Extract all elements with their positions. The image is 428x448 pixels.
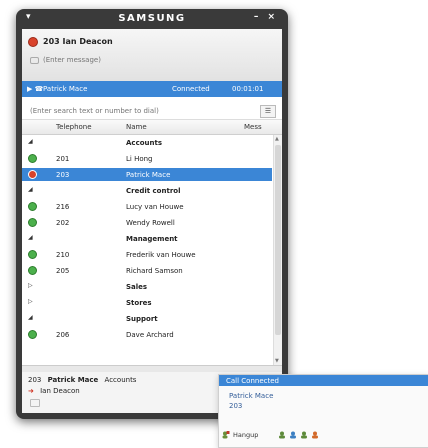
client-area: 203 Ian Deacon ▶ ☎ Patrick Mace Connecte… (22, 29, 282, 413)
view-options-icon[interactable]: ☰ (260, 105, 276, 118)
message-icon (30, 57, 39, 64)
contact-name: Lucy van Houwe (126, 203, 184, 211)
available-status-icon (28, 218, 37, 227)
contact-row[interactable]: 206 Dave Archard (22, 328, 272, 341)
collapse-icon[interactable]: ◢ (28, 186, 33, 193)
contact-row[interactable]: 202 Wendy Rowell (22, 216, 272, 229)
title-bar: ▾ SAMSUNG – × (16, 9, 288, 29)
call-panel: 203 Ian Deacon (22, 29, 282, 81)
group-name: Credit control (126, 187, 180, 195)
collapse-icon[interactable]: ◢ (28, 314, 33, 321)
search-row: ☰ (22, 103, 282, 120)
scroll-up-icon[interactable]: ▲ (275, 136, 279, 142)
taskbar: Hangup (222, 430, 428, 442)
available-status-icon (28, 202, 37, 211)
contact-row[interactable]: 201 Li Hong (22, 152, 272, 165)
transfer-arrow-icon: ➜ (28, 387, 34, 395)
active-call-bar[interactable]: ▶ ☎ Patrick Mace Connected 00:01:01 (22, 81, 282, 97)
footer-contact: 203 Patrick Mace Accounts (28, 376, 136, 384)
directory-list: ◢ Accounts 201 Li Hong 203 Patrick Mace ◢ Credi… (22, 135, 272, 365)
available-status-icon (28, 330, 37, 339)
busy-status-icon (28, 170, 37, 179)
contact-telephone: 202 (56, 219, 69, 227)
footer-name: Patrick Mace (48, 376, 99, 384)
window-controls[interactable]: – × (254, 12, 278, 22)
footer-transfer: ➜ Ian Deacon (28, 387, 80, 395)
available-status-icon (28, 266, 37, 275)
vertical-scrollbar[interactable]: ▲ ▼ (273, 135, 282, 365)
expand-icon[interactable]: ▷ (28, 298, 33, 305)
call-timer: 00:01:01 (232, 85, 263, 93)
contact-telephone: 201 (56, 155, 69, 163)
footer-number: 203 (28, 376, 41, 384)
caller-label: 203 Ian Deacon (43, 37, 113, 46)
contact-row[interactable]: 210 Frederik van Houwe (22, 248, 272, 261)
contact-telephone: 210 (56, 251, 69, 259)
group-row[interactable]: ◢ Management (22, 232, 272, 245)
call-direction-icon: ▶ ☎ (27, 85, 43, 93)
group-name: Sales (126, 283, 147, 291)
expand-icon[interactable]: ▷ (28, 282, 33, 289)
group-name: Management (126, 235, 178, 243)
group-row[interactable]: ▷ Stores (22, 296, 272, 309)
contact-telephone: 203 (56, 171, 69, 179)
group-row[interactable]: ◢ Accounts (22, 136, 272, 149)
contact-name: Frederik van Houwe (126, 251, 196, 259)
group-name: Accounts (126, 139, 162, 147)
popup-caller-name: Patrick Mace (229, 392, 273, 400)
group-row[interactable]: ◢ Support (22, 312, 272, 325)
group-row[interactable]: ▷ Sales (22, 280, 272, 293)
scroll-down-icon[interactable]: ▼ (275, 358, 279, 364)
brand-logo: SAMSUNG (16, 13, 288, 24)
footer-department: Accounts (105, 376, 137, 384)
contact-row[interactable]: 205 Richard Samson (22, 264, 272, 277)
message-input[interactable] (43, 54, 173, 66)
contact-icon[interactable] (311, 431, 319, 439)
group-name: Stores (126, 299, 152, 307)
group-row[interactable]: ◢ Credit control (22, 184, 272, 197)
contact-telephone: 206 (56, 331, 69, 339)
column-header: Telephone Name Mess (22, 120, 282, 135)
column-telephone[interactable]: Telephone (56, 123, 92, 131)
footer-transferred-from: Ian Deacon (40, 387, 80, 395)
collapse-icon[interactable]: ◢ (28, 234, 33, 241)
contact-name: Dave Archard (126, 331, 174, 339)
hangup-icon[interactable] (222, 431, 230, 439)
phone-window: ▾ SAMSUNG – × 203 Ian Deacon ▶ ☎ Patrick… (16, 9, 288, 419)
popup-caller-number: 203 (229, 402, 242, 410)
contact-icon[interactable] (278, 431, 286, 439)
contact-telephone: 205 (56, 267, 69, 275)
busy-status-icon (28, 37, 38, 47)
available-status-icon (28, 154, 37, 163)
column-message[interactable]: Mess (244, 123, 262, 131)
available-status-icon (28, 250, 37, 259)
contact-name: Richard Samson (126, 267, 183, 275)
contact-telephone: 216 (56, 203, 69, 211)
horizontal-scrollbar[interactable] (22, 365, 282, 372)
contact-name: Wendy Rowell (126, 219, 175, 227)
contact-name: Li Hong (126, 155, 153, 163)
contact-row[interactable]: 203 Patrick Mace (22, 168, 272, 181)
contact-row[interactable]: 216 Lucy van Houwe (22, 200, 272, 213)
footer-message-icon (30, 399, 40, 407)
active-call-name: Patrick Mace (43, 85, 87, 93)
column-name[interactable]: Name (126, 123, 147, 131)
popup-header: Call Connected (219, 375, 428, 386)
search-input[interactable] (30, 105, 230, 117)
group-name: Support (126, 315, 158, 323)
contact-icon[interactable] (300, 431, 308, 439)
collapse-icon[interactable]: ◢ (28, 138, 33, 145)
scroll-thumb[interactable] (275, 145, 281, 335)
active-call-status: Connected (172, 85, 210, 93)
hangup-label[interactable]: Hangup (233, 431, 258, 439)
contact-icon[interactable] (289, 431, 297, 439)
popup-title: Call Connected (226, 377, 279, 385)
contact-name: Patrick Mace (126, 171, 170, 179)
